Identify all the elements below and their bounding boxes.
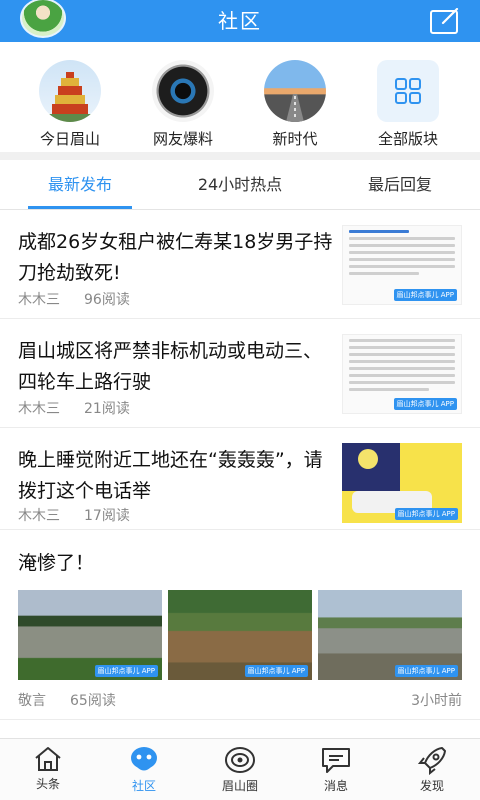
post-author: 木木三 — [18, 401, 60, 417]
board-new-era[interactable]: 新时代 — [245, 60, 345, 149]
watermark-label: 眉山邦点事儿 APP — [94, 665, 158, 677]
top-bar: 社区 — [0, 0, 480, 42]
post-thumbnail: 眉山邦点事儿 APP — [342, 225, 462, 305]
post-photo[interactable]: 眉山邦点事儿 APP — [168, 590, 312, 680]
nav-meishan-circle[interactable]: 眉山圈 — [192, 739, 288, 800]
nav-label: 消息 — [323, 779, 348, 793]
feed-tabs: 最新发布 24小时热点 最后回复 — [0, 160, 480, 210]
tab-24h-hot[interactable]: 24小时热点 — [170, 160, 310, 210]
board-all-sections[interactable]: 全部版块 — [358, 60, 458, 149]
post-meta: 木木三 21阅读 — [18, 398, 154, 418]
post-reads: 65阅读 — [70, 693, 116, 709]
tab-latest[interactable]: 最新发布 — [20, 160, 140, 210]
post-time: 3小时前 — [411, 693, 462, 709]
post-reads: 21阅读 — [84, 401, 130, 417]
board-today-meishan[interactable]: 今日眉山 — [20, 60, 120, 149]
post-meta: 木木三 96阅读 — [18, 289, 154, 309]
nav-label: 眉山圈 — [221, 779, 258, 793]
road-icon — [264, 60, 326, 122]
post-reads: 96阅读 — [84, 292, 130, 308]
feed-post[interactable]: 眉山城区将严禁非标机动或电动三、四轮车上路行驶 木木三 21阅读 眉山邦点事儿 A… — [0, 320, 480, 428]
page-title: 社区 — [218, 9, 262, 33]
nav-label: 头条 — [35, 777, 60, 791]
moon-icon — [358, 449, 378, 469]
rocket-icon — [417, 747, 446, 775]
circle-eye-icon — [225, 747, 255, 773]
home-icon — [35, 747, 61, 771]
board-user-reports[interactable]: 网友爆料 — [133, 60, 233, 149]
nav-label: 社区 — [131, 779, 156, 793]
nav-discover[interactable]: 发现 — [384, 739, 480, 800]
post-title: 成都26岁女租户被仁寿某18岁男子持刀抢劫致死! — [18, 231, 333, 284]
bottom-navigation: 头条 社区 眉山圈 消息 发现 — [0, 738, 480, 800]
watermark-label: 眉山邦点事儿 APP — [244, 665, 308, 677]
camera-lens-icon — [152, 60, 214, 122]
post-author: 敬言 — [18, 693, 46, 709]
nav-community[interactable]: 社区 — [96, 739, 192, 800]
nav-label: 发现 — [419, 779, 444, 793]
board-label: 全部版块 — [377, 130, 438, 148]
board-label: 今日眉山 — [39, 130, 100, 148]
feed-post[interactable]: 成都26岁女租户被仁寿某18岁男子持刀抢劫致死! 木木三 96阅读 眉山邦点事儿 … — [0, 211, 480, 319]
grid-icon — [377, 60, 439, 122]
watermark-label: 眉山邦点事儿 APP — [394, 508, 458, 520]
active-tab-indicator — [28, 206, 132, 209]
tower-icon — [39, 60, 101, 122]
post-title: 晚上睡觉附近工地还在“轰轰轰”，请拨打这个电话举 — [18, 449, 323, 502]
watermark-label: 眉山邦点事儿 APP — [394, 665, 458, 677]
community-icon — [131, 747, 157, 771]
message-icon — [322, 748, 350, 773]
post-photo[interactable]: 眉山邦点事儿 APP — [18, 590, 162, 680]
post-thumbnail: 眉山邦点事儿 APP — [342, 334, 462, 414]
board-label: 新时代 — [272, 130, 318, 148]
board-label: 网友爆料 — [152, 130, 213, 148]
post-meta: 木木三 17阅读 — [18, 505, 154, 525]
section-divider — [0, 152, 480, 160]
post-reads: 17阅读 — [84, 508, 130, 524]
watermark-label: 眉山邦点事儿 APP — [393, 289, 457, 301]
nav-headlines[interactable]: 头条 — [0, 739, 96, 800]
post-title: 淹惨了！ — [18, 552, 95, 574]
post-meta: 敬言 65阅读 — [18, 690, 140, 710]
post-thumbnail: 眉山邦点事儿 APP — [342, 443, 462, 523]
post-author: 木木三 — [18, 292, 60, 308]
feed-post[interactable]: 晚上睡觉附近工地还在“轰轰轰”，请拨打这个电话举 木木三 17阅读 眉山邦点事儿 … — [0, 429, 480, 530]
board-shortcuts: 今日眉山 网友爆料 新时代 全部版块 — [0, 42, 480, 152]
watermark-label: 眉山邦点事儿 APP — [393, 398, 457, 410]
post-photo[interactable]: 眉山邦点事儿 APP — [318, 590, 462, 680]
compose-icon[interactable] — [430, 8, 460, 34]
post-author: 木木三 — [18, 508, 60, 524]
nav-messages[interactable]: 消息 — [288, 739, 384, 800]
post-photo-grid: 眉山邦点事儿 APP 眉山邦点事儿 APP 眉山邦点事儿 APP — [18, 590, 462, 680]
tab-last-reply[interactable]: 最后回复 — [340, 160, 460, 210]
post-title: 眉山城区将严禁非标机动或电动三、四轮车上路行驶 — [18, 340, 323, 393]
